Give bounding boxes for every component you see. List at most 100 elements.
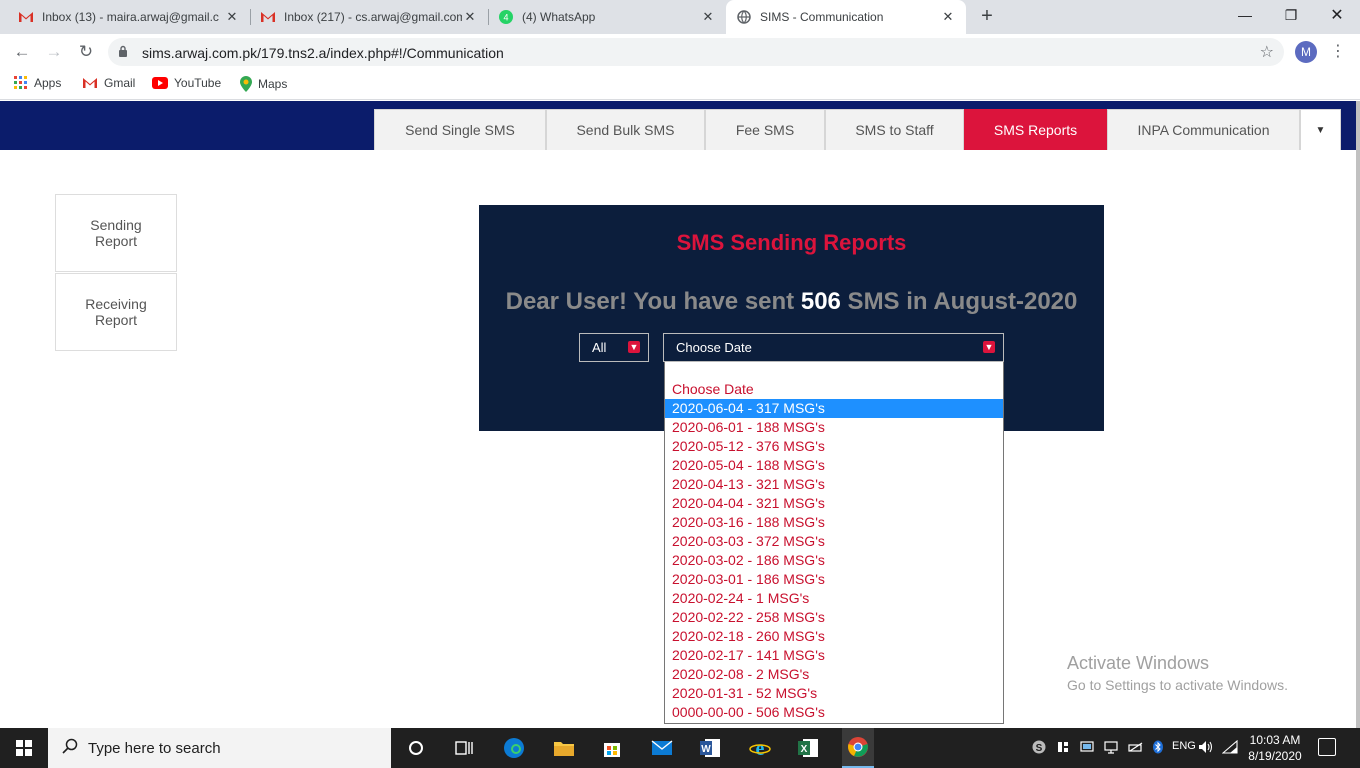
- tab-title: Inbox (217) - cs.arwaj@gmail.com: [284, 10, 462, 24]
- receiving-report-label-2: Report: [94, 312, 137, 328]
- browser-tab-gmail-2[interactable]: Inbox (217) - cs.arwaj@gmail.com ✕: [250, 0, 488, 34]
- store-icon[interactable]: [600, 736, 624, 760]
- window-close-icon[interactable]: ✕: [1314, 0, 1360, 30]
- gmail-icon: [18, 9, 34, 25]
- minimize-icon[interactable]: —: [1222, 0, 1268, 30]
- receiving-report-label-1: Receiving: [85, 296, 147, 312]
- tab-inpa-communication[interactable]: INPA Communication: [1107, 109, 1300, 150]
- bookmark-label: YouTube: [174, 76, 222, 90]
- sms-count: 506: [800, 288, 841, 315]
- browser-tab-sims[interactable]: SIMS - Communication ✕: [726, 0, 966, 34]
- date-option[interactable]: 2020-02-22 - 258 MSG's: [665, 608, 1003, 627]
- chrome-taskbar-icon[interactable]: [842, 728, 874, 768]
- browser-menu-icon[interactable]: ⋮: [1330, 41, 1346, 61]
- date-option[interactable]: 2020-02-18 - 260 MSG's: [665, 627, 1003, 646]
- clock-date: 8/19/2020: [1248, 749, 1302, 763]
- new-tab-button[interactable]: +: [976, 5, 998, 27]
- excel-icon[interactable]: X: [796, 736, 820, 760]
- date-select[interactable]: Choose Date ▼: [663, 333, 1004, 362]
- address-bar[interactable]: sims.arwaj.com.pk/179.tns2.a/index.php#!…: [108, 38, 1284, 66]
- date-option[interactable]: 2020-04-13 - 321 MSG's: [665, 475, 1003, 494]
- chevron-down-icon: ▼: [628, 341, 640, 353]
- back-arrow-icon[interactable]: ←: [10, 40, 34, 64]
- clock-time: 10:03 AM: [1249, 733, 1301, 747]
- browser-tab-whatsapp[interactable]: 4 (4) WhatsApp ✕: [488, 0, 726, 34]
- tab-send-single-sms[interactable]: Send Single SMS: [374, 109, 546, 150]
- tab-send-bulk-sms[interactable]: Send Bulk SMS: [546, 109, 705, 150]
- date-option[interactable]: 2020-02-24 - 1 MSG's: [665, 589, 1003, 608]
- tab-sms-reports[interactable]: SMS Reports: [964, 109, 1107, 150]
- word-icon[interactable]: W: [698, 736, 722, 760]
- browser-tab-gmail-1[interactable]: Inbox (13) - maira.arwaj@gmail.c ✕: [8, 0, 250, 34]
- forward-arrow-icon[interactable]: →: [42, 40, 66, 64]
- sending-report-label-2: Report: [94, 233, 137, 249]
- date-option[interactable]: 2020-03-01 - 186 MSG's: [665, 570, 1003, 589]
- date-option[interactable]: 2020-01-31 - 52 MSG's: [665, 684, 1003, 703]
- date-option[interactable]: 2020-03-16 - 188 MSG's: [665, 513, 1003, 532]
- date-option[interactable]: 0000-00-00 - 506 MSG's: [665, 703, 1003, 722]
- close-icon[interactable]: ✕: [462, 9, 478, 25]
- date-option[interactable]: 2020-06-01 - 188 MSG's: [665, 418, 1003, 437]
- restore-icon[interactable]: ❐: [1268, 0, 1314, 30]
- bookmark-gmail[interactable]: Gmail: [82, 76, 135, 90]
- tab-fee-sms[interactable]: Fee SMS: [705, 109, 825, 150]
- date-option[interactable]: 2020-05-12 - 376 MSG's: [665, 437, 1003, 456]
- bookmark-label: Maps: [258, 77, 288, 91]
- taskbar-search[interactable]: Type here to search: [48, 728, 391, 768]
- bookmark-label: Gmail: [104, 76, 136, 90]
- network-tray-icon[interactable]: [1080, 740, 1094, 757]
- bookmarks-bar: Apps Gmail YouTube Maps: [0, 70, 1360, 100]
- edge-icon[interactable]: [502, 736, 526, 760]
- panel-title: SMS Sending Reports: [676, 230, 907, 255]
- skype-tray-icon[interactable]: S: [1032, 740, 1046, 757]
- battery-tray-icon[interactable]: [1128, 740, 1144, 757]
- svg-text:W: W: [701, 744, 711, 755]
- windows-start-icon[interactable]: [0, 728, 48, 768]
- file-explorer-icon[interactable]: [552, 736, 576, 760]
- volume-tray-icon[interactable]: [1198, 740, 1214, 757]
- search-placeholder: Type here to search: [88, 739, 221, 757]
- date-option[interactable]: 2020-06-04 - 317 MSG's: [665, 399, 1003, 418]
- bookmark-apps[interactable]: Apps: [14, 76, 61, 90]
- task-view-icon[interactable]: [452, 736, 476, 760]
- page-scrollbar[interactable]: [1356, 101, 1360, 728]
- activate-windows-subtitle: Go to Settings to activate Windows.: [1067, 677, 1288, 693]
- onedrive-tray-icon[interactable]: [1056, 740, 1070, 757]
- date-option[interactable]: 2020-02-17 - 141 MSG's: [665, 646, 1003, 665]
- internet-explorer-icon[interactable]: e: [748, 736, 772, 760]
- display-tray-icon[interactable]: [1104, 740, 1118, 757]
- mail-icon[interactable]: [650, 736, 674, 760]
- input-method-tray-icon[interactable]: ENG: [1172, 740, 1196, 752]
- globe-icon: [736, 9, 752, 25]
- bluetooth-tray-icon[interactable]: [1152, 740, 1164, 757]
- close-icon[interactable]: ✕: [700, 9, 716, 25]
- bookmark-star-icon[interactable]: ☆: [1260, 42, 1274, 62]
- filter-select[interactable]: All ▼: [579, 333, 649, 362]
- bookmark-maps[interactable]: Maps: [240, 76, 287, 92]
- cortana-icon[interactable]: [404, 736, 428, 760]
- nav-more-dropdown[interactable]: ▼: [1300, 109, 1341, 150]
- date-option[interactable]: 2020-05-04 - 188 MSG's: [665, 456, 1003, 475]
- date-option[interactable]: Choose Date: [665, 380, 1003, 399]
- summary-suffix: SMS in August-2020: [840, 288, 1078, 315]
- bookmark-youtube[interactable]: YouTube: [152, 76, 221, 90]
- close-icon[interactable]: ✕: [940, 9, 956, 25]
- page-area: Send Single SMS Send Bulk SMS Fee SMS SM…: [0, 101, 1360, 728]
- search-icon: [62, 738, 78, 758]
- close-icon[interactable]: ✕: [224, 9, 240, 25]
- tab-sms-to-staff[interactable]: SMS to Staff: [825, 109, 964, 150]
- reload-icon[interactable]: ↻: [74, 40, 98, 64]
- sending-report-button[interactable]: Sending Report: [55, 194, 177, 272]
- date-option[interactable]: 2020-04-04 - 321 MSG's: [665, 494, 1003, 513]
- sending-report-label-1: Sending: [90, 217, 142, 233]
- youtube-icon: [152, 77, 168, 89]
- wifi-tray-icon[interactable]: [1221, 739, 1238, 757]
- date-option[interactable]: 2020-03-02 - 186 MSG's: [665, 551, 1003, 570]
- notification-icon[interactable]: [1318, 738, 1336, 756]
- browser-toolbar: ← → ↻ sims.arwaj.com.pk/179.tns2.a/index…: [0, 34, 1360, 70]
- profile-avatar[interactable]: M: [1295, 41, 1317, 63]
- system-clock[interactable]: 10:03 AM 8/19/2020: [1244, 732, 1306, 764]
- date-option[interactable]: 2020-03-03 - 372 MSG's: [665, 532, 1003, 551]
- receiving-report-button[interactable]: Receiving Report: [55, 273, 177, 351]
- date-option[interactable]: 2020-02-08 - 2 MSG's: [665, 665, 1003, 684]
